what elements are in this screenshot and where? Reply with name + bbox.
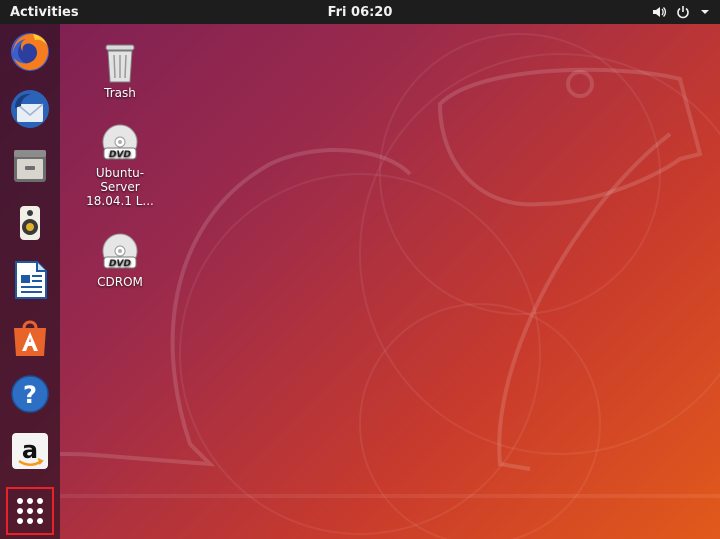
volume-icon[interactable] bbox=[652, 5, 666, 19]
amazon-icon: a bbox=[12, 433, 48, 469]
clock-label[interactable]: Fri 06:20 bbox=[328, 5, 393, 20]
top-bar: Activities Fri 06:20 bbox=[0, 0, 720, 24]
desktop-icon-label-line2: Server bbox=[100, 180, 140, 194]
desktop-icon-trash[interactable]: Trash bbox=[75, 40, 165, 100]
desktop-icon-label: Trash bbox=[104, 86, 136, 100]
firefox-icon bbox=[11, 33, 49, 71]
clock: Fri 06:20 bbox=[0, 5, 720, 20]
dock: ? a bbox=[0, 24, 60, 539]
thunderbird-icon bbox=[11, 90, 49, 128]
software-icon bbox=[14, 320, 46, 356]
system-tray[interactable] bbox=[652, 5, 720, 19]
chevron-down-icon[interactable] bbox=[700, 7, 710, 17]
dock-item-files[interactable] bbox=[8, 144, 52, 188]
desktop-icon-label: CDROM bbox=[97, 275, 143, 289]
desktop-icon-ubuntu-server[interactable]: DVD Ubuntu- Server 18.04.1 L... bbox=[75, 124, 165, 208]
show-applications-button[interactable] bbox=[6, 487, 54, 535]
svg-text:a: a bbox=[22, 436, 38, 464]
files-icon bbox=[14, 150, 46, 182]
dock-item-thunderbird[interactable] bbox=[8, 87, 52, 131]
svg-text:?: ? bbox=[23, 381, 37, 409]
activities-button[interactable]: Activities bbox=[0, 5, 79, 20]
power-icon[interactable] bbox=[676, 5, 690, 19]
trash-icon bbox=[105, 44, 135, 83]
desktop-icon-label-line3: 18.04.1 L... bbox=[86, 194, 154, 208]
writer-icon bbox=[15, 261, 47, 299]
help-icon: ? bbox=[11, 375, 49, 413]
svg-text:DVD: DVD bbox=[109, 259, 131, 269]
dock-item-help[interactable]: ? bbox=[8, 372, 52, 416]
dock-item-firefox[interactable] bbox=[8, 30, 52, 74]
dock-item-writer[interactable] bbox=[8, 258, 52, 302]
dock-item-amazon[interactable]: a bbox=[8, 429, 52, 473]
svg-text:DVD: DVD bbox=[109, 150, 131, 160]
desktop-icon-label-line1: Ubuntu- bbox=[95, 166, 145, 180]
dock-item-rhythmbox[interactable] bbox=[8, 201, 52, 245]
dvd-icon: DVD bbox=[102, 124, 138, 160]
desktop-icon-cdrom[interactable]: DVD CDROM bbox=[75, 233, 165, 289]
apps-grid-icon bbox=[17, 498, 43, 524]
rhythmbox-icon bbox=[20, 206, 40, 240]
dock-item-software[interactable] bbox=[8, 315, 52, 359]
dvd-icon: DVD bbox=[102, 233, 138, 269]
